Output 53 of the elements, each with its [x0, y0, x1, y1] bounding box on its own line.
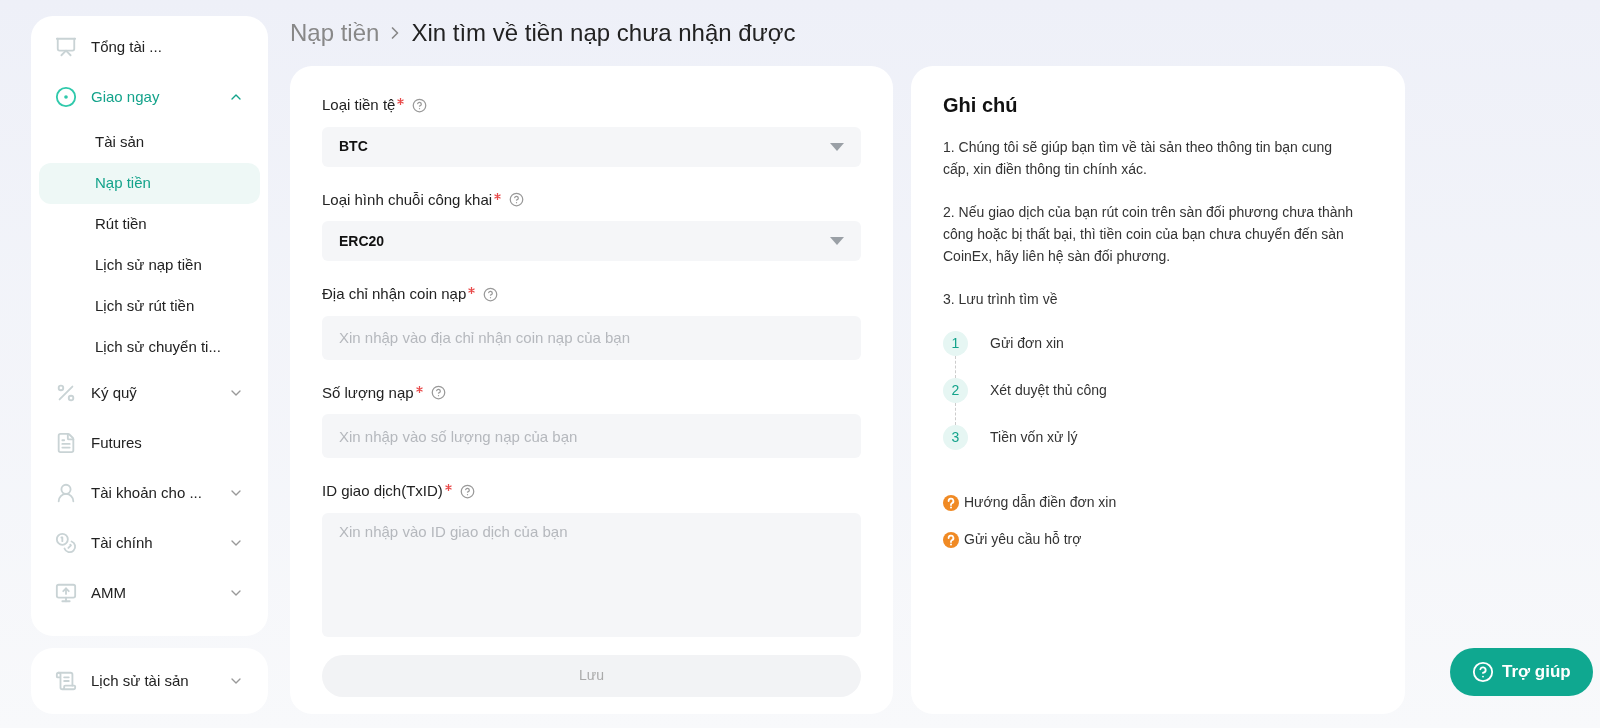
sidebar-item[interactable]: Lịch sử tài sản: [31, 656, 268, 706]
caret-icon: [830, 237, 844, 245]
sidebar-subitem[interactable]: Rút tiền: [39, 204, 260, 245]
sidebar-subitem[interactable]: Lịch sử rút tiền: [39, 286, 260, 327]
input-field[interactable]: Xin nhập vào địa chỉ nhận coin nạp của bạn: [322, 315, 861, 360]
field-label: Số lượng nạp: [322, 382, 414, 403]
sidebar-subitem[interactable]: Lịch sử nạp tiền: [39, 245, 260, 286]
sidebar-item[interactable]: Futures: [31, 418, 268, 468]
note-paragraph: 3. Lưu trình tìm về: [943, 290, 1059, 309]
monitor-icon: [55, 582, 77, 604]
sidebar-item[interactable]: Ký quỹ: [31, 368, 268, 418]
select-field[interactable]: BTC: [322, 126, 861, 167]
field-label: Loại tiền tệ: [322, 95, 396, 115]
field-label: Loại hình chuỗi công khai: [322, 189, 493, 210]
question-icon: [943, 494, 959, 511]
user-icon: [55, 482, 77, 504]
sidebar-subitem[interactable]: Lịch sử chuyển ti...: [39, 327, 260, 368]
help-icon[interactable]: [483, 286, 499, 302]
presentation-icon: [55, 36, 77, 58]
sidebar-item[interactable]: Tổng tài ...: [31, 22, 268, 72]
help-icon: [1472, 661, 1494, 683]
step-label: Xét duyệt thủ công: [990, 381, 1107, 400]
note-paragraph: 1. Chúng tôi sẽ giúp bạn tìm về tài sản theo thông tin bạn cung cấp, xin điền thông tin chính xác.: [943, 138, 1334, 179]
step-label: Tiền vốn xử lý: [990, 428, 1078, 447]
step-number: 2: [943, 378, 968, 403]
help-icon[interactable]: [430, 385, 446, 401]
help-icon[interactable]: [509, 192, 525, 208]
question-icon: [943, 531, 959, 548]
help-icon[interactable]: [459, 483, 475, 499]
field-label: ID giao dịch(TxID): [322, 481, 443, 501]
dot-icon: [55, 86, 77, 108]
sidebar-item[interactable]: Tài chính: [31, 518, 268, 568]
textarea-field[interactable]: Xin nhập vào ID giao dịch của bạn: [322, 512, 861, 637]
note-paragraph: 2. Nếu giao dịch của bạn rút coin trên sàn đối phương chưa thành công hoặc bị thất bại, thì tiền coin của bạn chưa chuyển đến sàn CoinEx, hãy liên hệ sàn đối phương.: [943, 203, 1355, 266]
help-link[interactable]: Gửi yêu cầu hỗ trợ: [964, 529, 1082, 550]
caret-icon: [830, 142, 844, 151]
coins-icon: [55, 532, 77, 554]
sidebar-item[interactable]: AMM: [31, 568, 268, 618]
step-number: 3: [943, 425, 968, 450]
input-field[interactable]: Xin nhập vào số lượng nạp của bạn: [322, 414, 861, 458]
step-number: 1: [943, 331, 968, 356]
sidebar-item[interactable]: Tài khoản cho ...: [31, 468, 268, 518]
notes-title: Ghi chú: [943, 93, 1019, 118]
select-field[interactable]: ERC20: [322, 221, 861, 261]
help-link[interactable]: Hướng dẫn điền đơn xin: [964, 492, 1117, 513]
percent-icon: [55, 382, 77, 404]
page-title: Xin tìm về tiền nạp chưa nhận được: [411, 18, 796, 48]
step-label: Gửi đơn xin: [990, 334, 1064, 353]
document-icon: [55, 432, 77, 454]
help-icon[interactable]: [412, 97, 428, 113]
field-label: Địa chỉ nhận coin nạp: [322, 284, 467, 304]
sidebar-subitem[interactable]: Tài sản: [39, 122, 260, 163]
scroll-icon: [55, 670, 77, 692]
